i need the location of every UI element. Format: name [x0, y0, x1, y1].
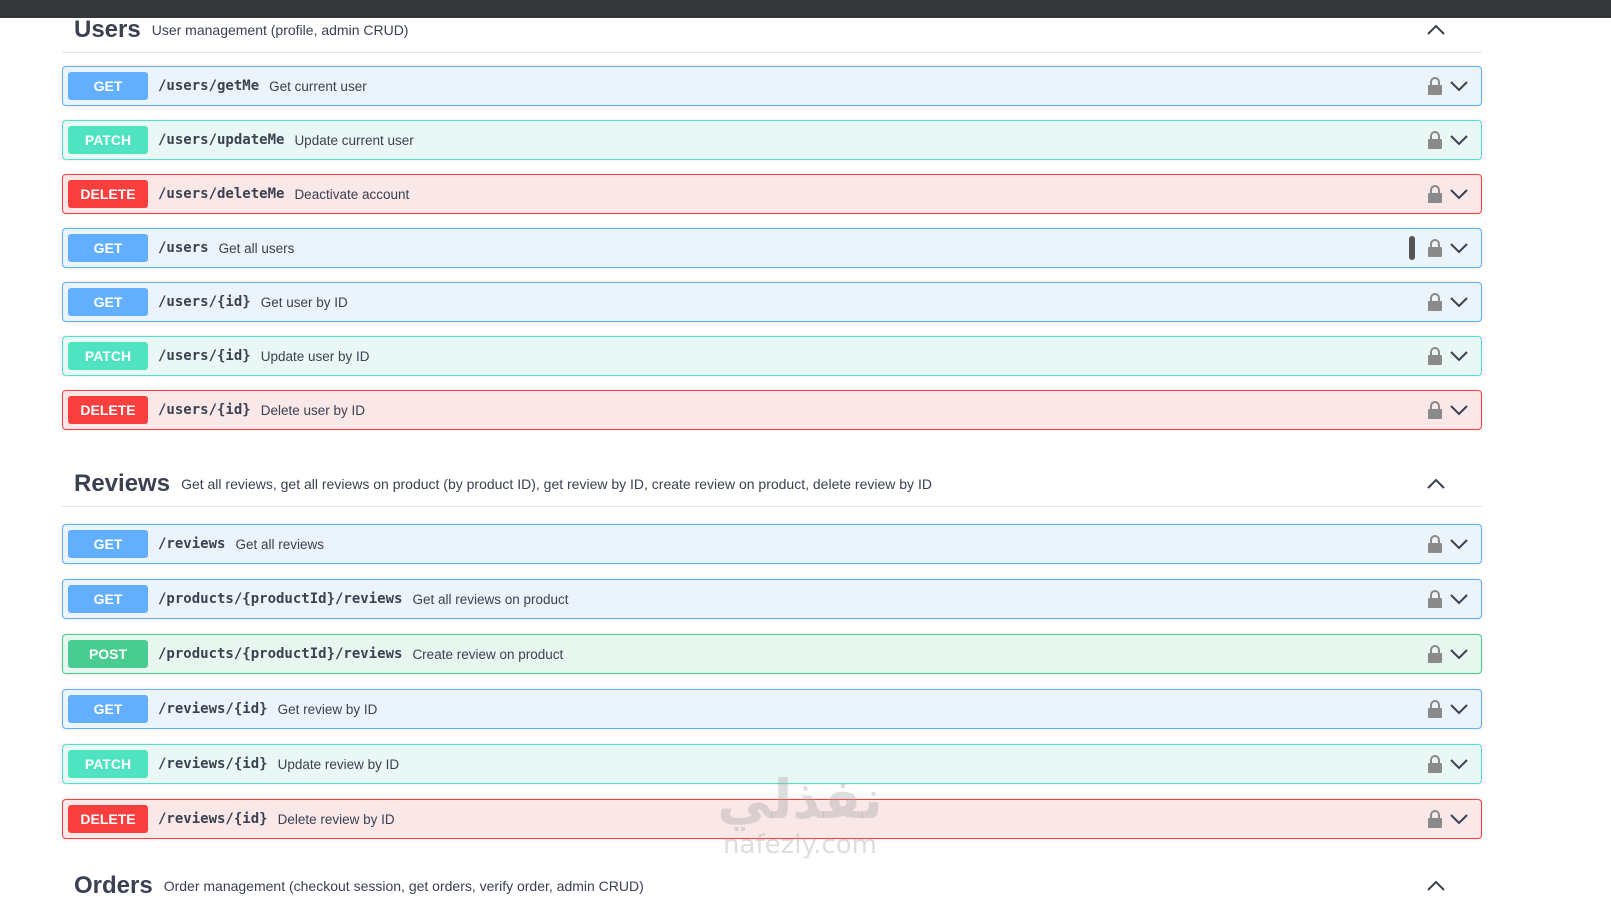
- operation-summary: Get all reviews on product: [412, 591, 569, 607]
- lock-icon[interactable]: [1427, 809, 1443, 829]
- operation-summary: Delete user by ID: [260, 402, 366, 418]
- operation-path: /users/getMe: [158, 78, 260, 94]
- operation-path: /products/{productId}/reviews: [158, 591, 403, 607]
- watermark: نفذلي nafezly.com: [700, 770, 900, 870]
- lock-icon[interactable]: [1427, 589, 1443, 609]
- tag-description: User management (profile, admin CRUD): [151, 22, 409, 38]
- operation-path: /users/{id}: [158, 348, 251, 364]
- operation-path: /users/{id}: [158, 294, 251, 310]
- chevron-up-icon[interactable]: [1426, 876, 1446, 896]
- operation-path: /users/{id}: [158, 402, 251, 418]
- lock-icon[interactable]: [1427, 184, 1443, 204]
- operation-get-user-by-id[interactable]: GET /users/{id} Get user by ID: [62, 282, 1482, 322]
- method-badge: GET: [68, 585, 148, 613]
- operation-delete-user-by-id[interactable]: DELETE /users/{id} Delete user by ID: [62, 390, 1482, 430]
- operation-summary: Get review by ID: [277, 701, 378, 717]
- operation-summary: Delete review by ID: [277, 811, 395, 827]
- operation-summary: Create review on product: [412, 646, 564, 662]
- lock-icon[interactable]: [1427, 699, 1443, 719]
- lock-icon[interactable]: [1427, 400, 1443, 420]
- method-badge: DELETE: [68, 180, 148, 208]
- operation-summary: Update current user: [294, 132, 414, 148]
- chevron-down-icon[interactable]: [1449, 132, 1469, 148]
- operation-path: /reviews/{id}: [158, 756, 268, 772]
- operation-path: /users: [158, 240, 209, 256]
- chevron-down-icon[interactable]: [1449, 186, 1469, 202]
- method-badge: DELETE: [68, 396, 148, 424]
- operation-summary: Get user by ID: [260, 294, 348, 310]
- watermark-latin: nafezly.com: [723, 830, 877, 860]
- chevron-down-icon[interactable]: [1449, 811, 1469, 827]
- method-badge: PATCH: [68, 750, 148, 778]
- tag-header-orders[interactable]: Orders Order management (checkout sessio…: [62, 864, 1482, 908]
- chevron-up-icon[interactable]: [1426, 20, 1446, 40]
- operation-delete-users-deleteme[interactable]: DELETE /users/deleteMe Deactivate accoun…: [62, 174, 1482, 214]
- lock-icon[interactable]: [1427, 76, 1443, 96]
- operation-path: /users/updateMe: [158, 132, 285, 148]
- operation-path: /reviews/{id}: [158, 811, 268, 827]
- chevron-down-icon[interactable]: [1449, 78, 1469, 94]
- operation-summary: Get all reviews: [235, 536, 324, 552]
- chevron-down-icon[interactable]: [1449, 536, 1469, 552]
- operation-path: /reviews: [158, 536, 226, 552]
- operation-summary: Deactivate account: [294, 186, 410, 202]
- tag-description: Get all reviews, get all reviews on prod…: [181, 476, 932, 492]
- operation-get-users-getme[interactable]: GET /users/getMe Get current user: [62, 66, 1482, 106]
- operation-get-review-by-id[interactable]: GET /reviews/{id} Get review by ID: [62, 689, 1482, 729]
- lock-icon[interactable]: [1427, 238, 1443, 258]
- operation-patch-users-updateme[interactable]: PATCH /users/updateMe Update current use…: [62, 120, 1482, 160]
- tag-name: Users: [74, 16, 141, 43]
- chevron-down-icon[interactable]: [1449, 701, 1469, 717]
- lock-icon[interactable]: [1427, 346, 1443, 366]
- method-badge: PATCH: [68, 126, 148, 154]
- lock-icon[interactable]: [1427, 130, 1443, 150]
- chevron-down-icon[interactable]: [1449, 294, 1469, 310]
- tag-header-reviews[interactable]: Reviews Get all reviews, get all reviews…: [62, 462, 1482, 507]
- mouse-cursor: [1409, 236, 1415, 260]
- chevron-down-icon[interactable]: [1449, 756, 1469, 772]
- operation-get-product-reviews[interactable]: GET /products/{productId}/reviews Get al…: [62, 579, 1482, 619]
- operation-path: /users/deleteMe: [158, 186, 285, 202]
- tag-name: Reviews: [74, 470, 171, 497]
- operation-summary: Update user by ID: [260, 348, 370, 364]
- operation-path: /products/{productId}/reviews: [158, 646, 403, 662]
- method-badge: GET: [68, 530, 148, 558]
- method-badge: GET: [68, 695, 148, 723]
- operation-summary: Get all users: [218, 240, 295, 256]
- method-badge: GET: [68, 288, 148, 316]
- lock-icon[interactable]: [1427, 534, 1443, 554]
- operation-get-reviews[interactable]: GET /reviews Get all reviews: [62, 524, 1482, 564]
- lock-icon[interactable]: [1427, 292, 1443, 312]
- lock-icon[interactable]: [1427, 644, 1443, 664]
- operation-get-users[interactable]: GET /users Get all users: [62, 228, 1482, 268]
- operation-summary: Get current user: [269, 78, 367, 94]
- chevron-down-icon[interactable]: [1449, 240, 1469, 256]
- operation-path: /reviews/{id}: [158, 701, 268, 717]
- method-badge: GET: [68, 72, 148, 100]
- operation-post-product-review[interactable]: POST /products/{productId}/reviews Creat…: [62, 634, 1482, 674]
- method-badge: DELETE: [68, 805, 148, 833]
- tag-header-users[interactable]: Users User management (profile, admin CR…: [62, 8, 1482, 53]
- operation-summary: Update review by ID: [277, 756, 400, 772]
- chevron-down-icon[interactable]: [1449, 402, 1469, 418]
- method-badge: PATCH: [68, 342, 148, 370]
- lock-icon[interactable]: [1427, 754, 1443, 774]
- operation-patch-user-by-id[interactable]: PATCH /users/{id} Update user by ID: [62, 336, 1482, 376]
- method-badge: POST: [68, 640, 148, 668]
- chevron-up-icon[interactable]: [1426, 474, 1446, 494]
- chevron-down-icon[interactable]: [1449, 591, 1469, 607]
- chevron-down-icon[interactable]: [1449, 348, 1469, 364]
- method-badge: GET: [68, 234, 148, 262]
- tag-name: Orders: [74, 872, 153, 899]
- watermark-arabic: نفذلي: [717, 768, 883, 831]
- chevron-down-icon[interactable]: [1449, 646, 1469, 662]
